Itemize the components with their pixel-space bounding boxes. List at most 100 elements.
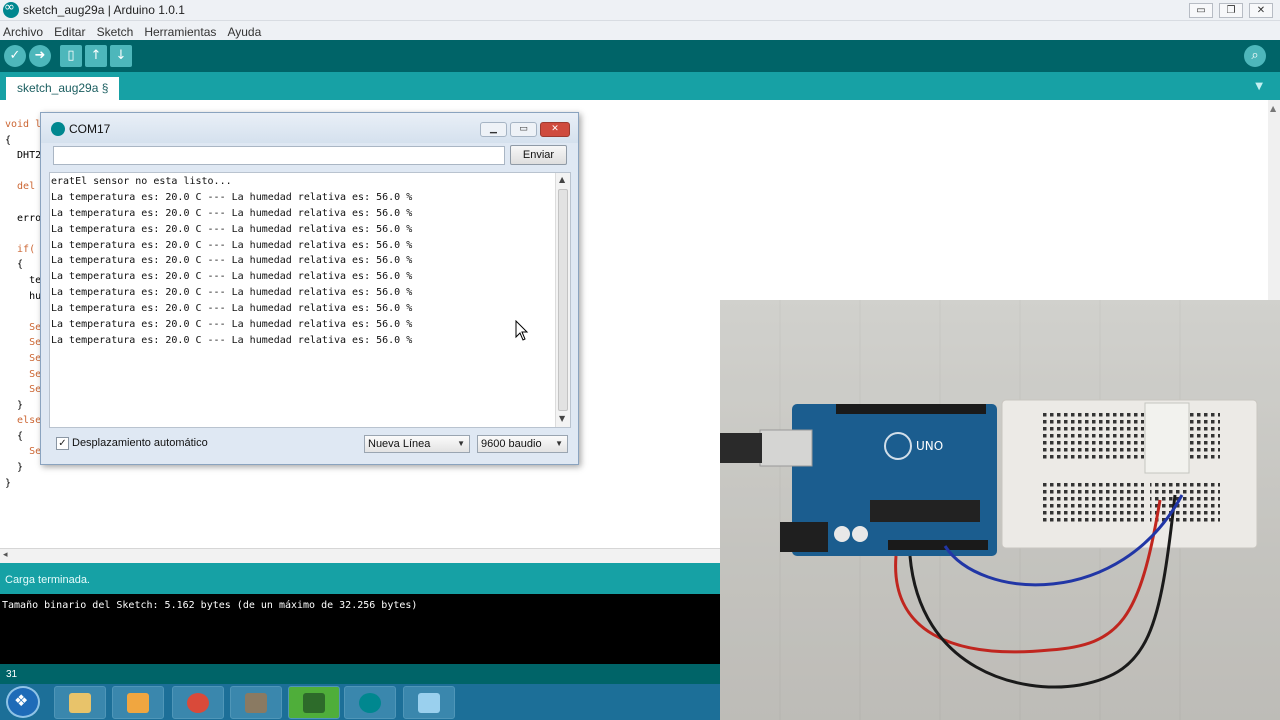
upload-button[interactable]: ➜	[29, 45, 51, 67]
arrow-right-icon: ➜	[34, 48, 46, 63]
scroll-up-icon[interactable]: ▲	[1270, 104, 1276, 113]
minimize-button[interactable]: ▭	[1189, 3, 1213, 18]
code-line: }	[5, 399, 24, 411]
code-line: {	[5, 259, 24, 271]
code-line: void l	[5, 119, 42, 130]
line-ending-select[interactable]: Nueva Línea ▼	[364, 435, 470, 453]
code-line: erro	[5, 212, 42, 224]
menu-archivo[interactable]: Archivo	[0, 23, 46, 39]
taskbar-chrome[interactable]	[172, 686, 224, 719]
save-button[interactable]: ↓	[110, 45, 132, 67]
taskbar-gimp[interactable]	[230, 686, 282, 719]
code-line: del	[5, 181, 36, 193]
code-line: Se	[5, 337, 42, 349]
serial-monitor-window: COM17 ▁ ▭ ✕ Enviar eratEl sensor no esta…	[40, 112, 579, 465]
code-line: if(	[5, 243, 36, 255]
close-button[interactable]: ✕	[1249, 3, 1273, 18]
serial-minimize-button[interactable]: ▁	[480, 122, 507, 137]
scroll-up-icon[interactable]: ▲	[559, 175, 565, 184]
autoscroll-label: Desplazamiento automático	[72, 437, 208, 449]
send-button[interactable]: Enviar	[510, 145, 567, 165]
serial-line: La temperatura es: 20.0 C --- La humedad…	[51, 334, 413, 346]
serial-monitor-title-bar[interactable]: COM17 ▁ ▭ ✕	[41, 113, 578, 143]
open-icon: ↑	[90, 48, 102, 63]
start-button[interactable]: ❖	[6, 686, 40, 718]
arduino-sketch-icon	[303, 693, 325, 713]
serial-close-button[interactable]: ✕	[540, 122, 570, 137]
tab-menu-icon[interactable]: ▼	[1255, 81, 1263, 92]
code-line: {	[5, 430, 24, 442]
code-line: DHT2	[5, 150, 42, 162]
editor-horizontal-scrollbar[interactable]: ◂	[0, 548, 720, 563]
magnifier-icon: ⌕	[1251, 48, 1259, 63]
arduino-app-icon	[51, 122, 65, 136]
serial-line: La temperatura es: 20.0 C --- La humedad…	[51, 271, 413, 283]
new-button[interactable]: ▯	[60, 45, 82, 67]
serial-line: La temperatura es: 20.0 C --- La humedad…	[51, 287, 413, 299]
serial-monitor-title: COM17	[69, 122, 111, 136]
menu-ayuda[interactable]: Ayuda	[224, 23, 264, 39]
header-pins	[836, 404, 986, 414]
power-jack	[780, 522, 828, 552]
chevron-down-icon: ▼	[555, 439, 563, 448]
status-message: Carga terminada.	[5, 574, 90, 586]
file-explorer-icon	[69, 693, 91, 713]
menu-editar[interactable]: Editar	[51, 23, 88, 39]
arduino-ide-icon	[359, 693, 381, 713]
taskbar-arduino-ide[interactable]	[344, 686, 396, 719]
arduino-app-icon	[3, 0, 19, 18]
chevron-down-icon: ▼	[457, 439, 465, 448]
menu-sketch[interactable]: Sketch	[94, 23, 137, 39]
media-player-icon	[127, 693, 149, 713]
scroll-down-icon[interactable]: ▼	[559, 414, 565, 423]
serial-line: La temperatura es: 20.0 C --- La humedad…	[51, 255, 413, 267]
verify-button[interactable]: ✓	[4, 45, 26, 67]
taskbar-notepad[interactable]	[403, 686, 455, 719]
maximize-button[interactable]: ❐	[1219, 3, 1243, 18]
code-line: Se	[5, 321, 42, 333]
save-icon: ↓	[115, 48, 127, 63]
dht-sensor	[1144, 402, 1190, 474]
tab-sketch[interactable]: sketch_aug29a §	[6, 77, 120, 100]
autoscroll-checkbox[interactable]: ✓	[56, 437, 69, 450]
scroll-left-icon[interactable]: ◂	[3, 550, 8, 560]
taskbar-arduino-sketch[interactable]	[288, 686, 340, 719]
console-text: Tamaño binario del Sketch: 5.162 bytes (…	[2, 600, 418, 611]
line-number-bar: 31	[0, 664, 720, 684]
windows-icon: ❖	[14, 691, 29, 710]
serial-output-lines: eratEl sensor no esta listo... La tempera…	[51, 174, 412, 349]
serial-maximize-button[interactable]: ▭	[510, 122, 537, 137]
serial-vertical-scrollbar[interactable]: ▲ ▼	[555, 173, 570, 427]
taskbar-media-player[interactable]	[112, 686, 164, 719]
code-line: else	[5, 415, 42, 427]
baud-rate-value: 9600 baudio	[481, 438, 542, 450]
serial-monitor-button[interactable]: ⌕	[1244, 45, 1266, 67]
code-text: void l{ DHT2 del erro if( { te hu Se Se …	[5, 117, 41, 491]
menu-herramientas[interactable]: Herramientas	[141, 23, 219, 39]
serial-line: La temperatura es: 20.0 C --- La humedad…	[51, 319, 413, 331]
serial-line: eratEl sensor no esta listo...	[51, 176, 232, 187]
console-output: Tamaño binario del Sketch: 5.162 bytes (…	[0, 594, 720, 664]
scroll-thumb[interactable]	[558, 189, 568, 411]
code-line: {	[5, 134, 12, 146]
serial-line: La temperatura es: 20.0 C --- La humedad…	[51, 191, 413, 203]
header-pins-bottom	[888, 540, 988, 550]
code-line: Se	[5, 368, 42, 380]
serial-send-input[interactable]	[53, 146, 505, 165]
usb-connector	[759, 429, 813, 467]
code-line: Se	[5, 446, 42, 458]
code-line: Se	[5, 384, 42, 396]
microcontroller-chip	[870, 500, 980, 522]
taskbar-explorer[interactable]	[54, 686, 106, 719]
baud-rate-select[interactable]: 9600 baudio ▼	[477, 435, 568, 453]
serial-line: La temperatura es: 20.0 C --- La humedad…	[51, 223, 413, 235]
mouse-pointer-icon	[515, 320, 529, 341]
serial-line: La temperatura es: 20.0 C --- La humedad…	[51, 303, 413, 315]
code-line: Se	[5, 352, 42, 364]
serial-line: La temperatura es: 20.0 C --- La humedad…	[51, 207, 413, 219]
code-line: }	[5, 462, 24, 474]
code-line: hu	[5, 290, 42, 302]
open-button[interactable]: ↑	[85, 45, 107, 67]
